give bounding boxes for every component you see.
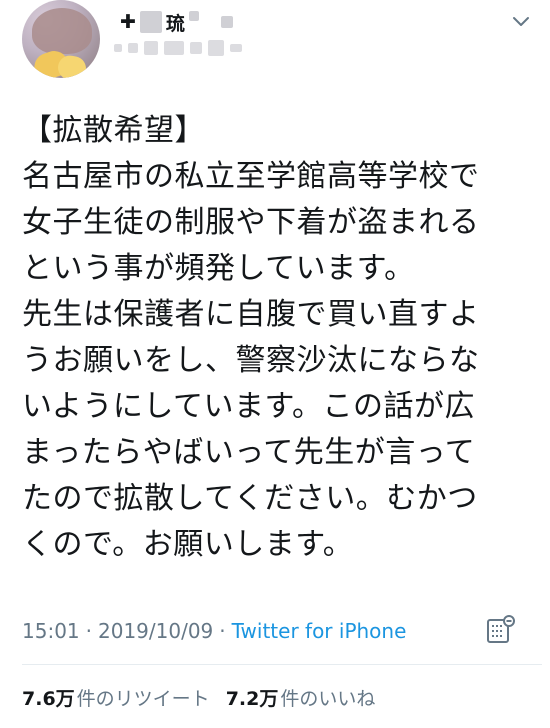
handle-blur-2 (128, 43, 138, 53)
handle-blur-5 (190, 42, 202, 54)
tweet-analytics-icon[interactable] (484, 612, 518, 646)
likes-label: 件のいいね (280, 687, 376, 710)
retweets-label: 件のリツイート (76, 687, 210, 710)
likes-stat[interactable]: 7.2万 件のいいね (226, 684, 376, 711)
handle-blur-6 (208, 40, 224, 56)
meta-separator: · (85, 619, 92, 643)
tweet-source-link[interactable]: Twitter for iPhone (232, 619, 407, 643)
handle-blur-1 (114, 44, 122, 52)
username-handle[interactable] (114, 38, 242, 58)
name-redacted-glyph: ✚ (120, 11, 136, 33)
avatar[interactable] (22, 0, 100, 78)
tweet-date[interactable]: 2019/10/09 (98, 619, 213, 643)
handle-blur-4 (164, 41, 184, 55)
stats-divider (22, 664, 542, 665)
tweet-time[interactable]: 15:01 (22, 619, 80, 643)
chevron-down-icon[interactable] (511, 12, 531, 32)
handle-blur-7 (230, 44, 242, 52)
tweet-stats: 7.6万 件のリツイート 7.2万 件のいいね (22, 682, 391, 712)
meta-separator-2: · (219, 619, 226, 643)
name-visible-char: 琉 (165, 12, 185, 35)
retweets-stat[interactable]: 7.6万 件のリツイート (22, 684, 210, 711)
handle-blur-3 (144, 41, 158, 55)
display-name[interactable]: ✚ 琉 (120, 8, 233, 36)
tweet-header: ✚ 琉 (22, 0, 532, 90)
retweets-count: 7.6万 (22, 687, 75, 710)
avatar-hair (32, 8, 92, 54)
name-blur-1 (139, 11, 162, 33)
name-blur-3 (220, 16, 233, 28)
name-blur-2 (188, 11, 199, 21)
likes-count: 7.2万 (225, 687, 279, 710)
tweet-text: 【拡散希望】 名古屋市の私立至学館高等学校で 女子生徒の制服や下着が盗まれる と… (22, 113, 480, 562)
tweet-meta: 15:01 · 2019/10/09 · Twitter for iPhone (22, 617, 406, 645)
